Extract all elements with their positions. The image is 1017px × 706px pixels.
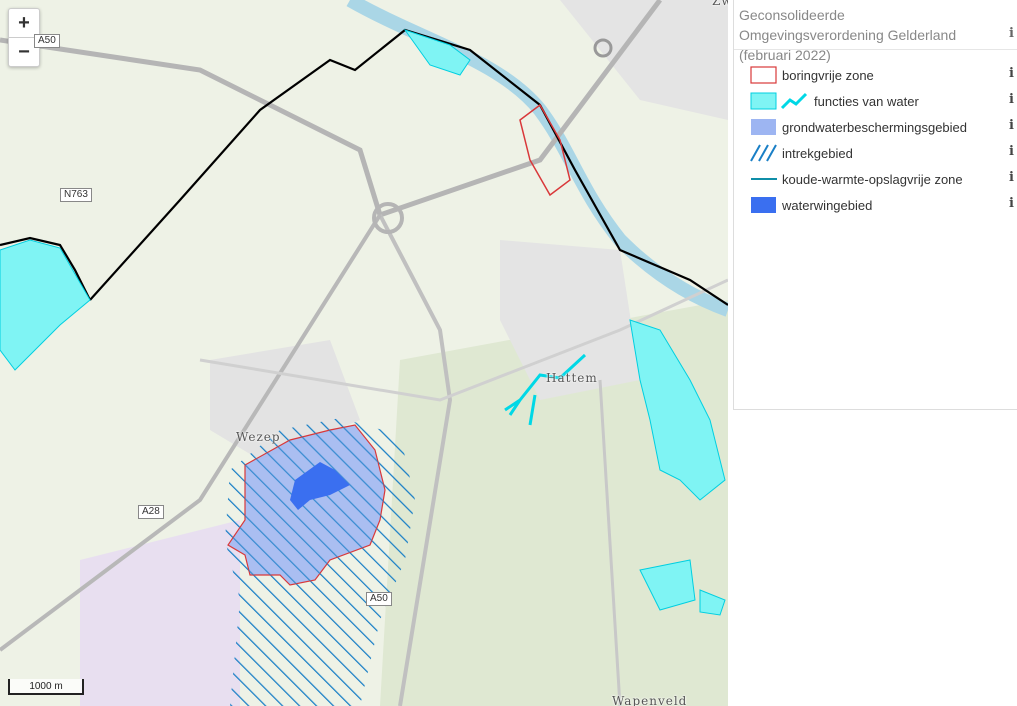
zoom-in-button[interactable]: + [9, 9, 39, 37]
legend-item-intrekgebied: intrekgebied i [750, 140, 1016, 166]
blue-fill-icon [750, 196, 778, 214]
road-label-a50-north: A50 [34, 34, 60, 48]
blue-hatch-icon [750, 144, 778, 162]
legend-item-functies-van-water: functies van water i [750, 88, 1016, 114]
map-layer [0, 0, 728, 706]
legend-item-label: intrekgebied [782, 145, 853, 161]
legend-item-koude-warmte-opslagvrije-zone: koude-warmte-opslagvrije zone i [750, 166, 1016, 192]
place-label-zwolle: Zw [712, 0, 728, 8]
info-icon[interactable]: i [1009, 118, 1014, 133]
scale-bar: 1000 m [8, 679, 84, 695]
road-label-a50-south: A50 [366, 592, 392, 606]
legend-item-grondwaterbeschermingsgebied: grondwaterbeschermingsgebied i [750, 114, 1016, 140]
legend-item-waterwingebied: waterwingebied i [750, 192, 1016, 218]
legend-panel: Geconsolideerde Omgevingsverordening Gel… [733, 0, 1017, 410]
info-icon[interactable]: i [1009, 26, 1014, 41]
red-outline-box-icon [750, 66, 778, 84]
legend-list: boringvrije zone i functies van water i … [750, 62, 1016, 218]
light-blue-fill-icon [750, 118, 778, 136]
road-label-n763: N763 [60, 188, 92, 202]
legend-title: Geconsolideerde Omgevingsverordening Gel… [734, 0, 1017, 63]
map-canvas[interactable]: + − A50 N763 A28 A50 Wezep Hattem Wapenv… [0, 0, 728, 706]
legend-item-label: koude-warmte-opslagvrije zone [782, 171, 963, 187]
legend-item-label: boringvrije zone [782, 67, 874, 83]
info-icon[interactable]: i [1009, 196, 1014, 211]
info-icon[interactable]: i [1009, 66, 1014, 81]
info-icon[interactable]: i [1009, 92, 1014, 107]
road-label-a28: A28 [138, 505, 164, 519]
info-icon[interactable]: i [1009, 170, 1014, 185]
info-icon[interactable]: i [1009, 144, 1014, 159]
teal-line-icon [750, 170, 778, 188]
place-label-wezep: Wezep [236, 430, 281, 444]
cyan-area-line-icon [750, 92, 810, 110]
legend-item-label: functies van water [814, 93, 919, 109]
legend-item-boringvrije-zone: boringvrije zone i [750, 62, 1016, 88]
legend-item-label: waterwingebied [782, 197, 873, 213]
legend-item-label: grondwaterbeschermingsgebied [782, 119, 968, 135]
place-label-wapenveld: Wapenveld [612, 694, 688, 706]
place-label-hattem: Hattem [546, 371, 598, 385]
